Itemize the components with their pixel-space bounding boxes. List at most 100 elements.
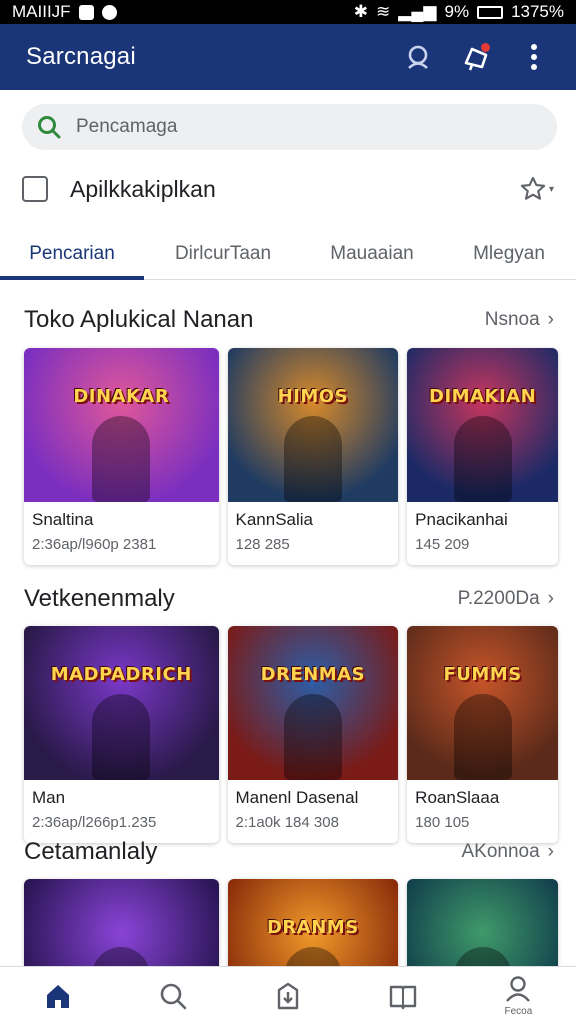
notification-app-icon	[78, 4, 94, 20]
app-bar: Sarcnagai	[0, 24, 576, 90]
nav-library[interactable]	[346, 967, 461, 1024]
app-card-title: KannSalia	[235, 510, 314, 529]
app-card-meta: 2:1a0k 184 308	[235, 814, 339, 831]
section-header: Cetamanlaly AKonnoa ›	[24, 834, 554, 870]
nav-install[interactable]	[230, 967, 345, 1024]
section-header: Vetkenenmaly P.2200Da ›	[24, 581, 554, 617]
status-right: ✱ ≋ ▂▄▆ 9% 1375%	[354, 2, 564, 22]
app-card[interactable]: DINAKAR Snaltina 2:36ap/l960p 2381	[24, 348, 219, 565]
messenger-app-icon	[101, 4, 117, 20]
hero-figure	[92, 694, 151, 780]
profile-icon	[506, 976, 531, 1002]
app-card-body: Pnacikanhai 145 209	[407, 502, 558, 565]
wifi-icon: ≋	[376, 2, 391, 21]
app-card-body: KannSalia 128 285	[228, 502, 399, 565]
app-card-image: HIMOS	[227, 348, 399, 502]
search-input[interactable]	[76, 116, 543, 138]
app-card[interactable]: HIMOS KannSalia 128 285	[227, 348, 399, 565]
home-icon	[46, 984, 69, 1008]
app-card-image: DINAKAR	[24, 348, 219, 502]
tab-mauaaian[interactable]: Mauaaian	[302, 228, 442, 279]
app-logo-text: HIMOS	[277, 386, 349, 407]
app-logo-text: DIMAKIAN	[429, 386, 537, 407]
app-logo-text: DRENMAS	[260, 664, 366, 685]
app-card-meta: 2:36ap/l266p1.235	[32, 814, 157, 831]
app-card-meta: 2:36ap/l960p 2381	[32, 536, 157, 553]
chevron-right-icon: ›	[547, 588, 554, 609]
nav-profile-label: Fecoa	[504, 1006, 533, 1017]
section-title: Cetamanlaly	[24, 838, 158, 865]
filter-row: Apilkkakiplkan ▾	[22, 166, 554, 212]
hero-figure	[283, 416, 342, 502]
filter-label: Apilkkakiplkan	[70, 175, 216, 202]
status-bar: MAIIIJF ✱ ≋ ▂▄▆ 9% 1375%	[0, 0, 576, 24]
app-card-image: DRENMAS	[227, 626, 399, 780]
more-vert-icon	[531, 44, 537, 70]
app-card-title: Manenl Dasenal	[235, 788, 359, 807]
app-card[interactable]: MADPADRICH Man 2:36ap/l266p1.235	[24, 626, 219, 843]
card-row: MADPADRICH Man 2:36ap/l266p1.235 DRENMAS…	[24, 626, 558, 843]
app-card[interactable]: DIMAKIAN Pnacikanhai 145 209	[407, 348, 558, 565]
hero-figure	[92, 416, 151, 502]
app-logo-text: MADPADRICH	[50, 664, 192, 685]
app-card-title: Pnacikanhai	[415, 510, 508, 529]
hero-figure	[453, 694, 512, 780]
app-card-title: RoanSlaaa	[415, 788, 500, 807]
app-card-image: FUMMS	[407, 626, 558, 780]
library-icon	[390, 985, 417, 1009]
tab-pencarian[interactable]: Pencarian	[0, 228, 144, 280]
app-card-meta: 180 105	[415, 814, 470, 831]
app-actions	[402, 41, 550, 73]
search-bar[interactable]	[22, 104, 557, 150]
app-logo-text: DRANMS	[266, 917, 359, 938]
tab-dirlcurtaan[interactable]: DirlcurTaan	[144, 228, 302, 279]
app-card-meta: 128 285	[235, 536, 290, 553]
filter-checkbox[interactable]	[22, 176, 48, 202]
account-icon	[408, 45, 428, 69]
section-header: Toko Aplukical Nanan Nsnoa ›	[24, 302, 554, 338]
section-more-link[interactable]: Nsnoa ›	[485, 309, 554, 331]
notification-button[interactable]	[460, 41, 492, 73]
notification-badge	[481, 43, 490, 52]
tab-bar: Pencarian DirlcurTaan Mauaaian Mlegyan	[0, 228, 576, 280]
app-card-body: Snaltina 2:36ap/l960p 2381	[24, 502, 219, 565]
app-card-image: MADPADRICH	[24, 626, 219, 780]
search-icon	[38, 116, 61, 139]
card-row: DINAKAR Snaltina 2:36ap/l960p 2381 HIMOS…	[24, 348, 558, 565]
search-icon	[160, 983, 187, 1009]
chevron-right-icon: ›	[547, 309, 554, 330]
hero-figure	[283, 694, 342, 780]
more-options-button[interactable]	[518, 41, 550, 73]
battery-icon	[477, 5, 504, 19]
carrier-text: MAIIIJF	[12, 2, 71, 21]
hero-figure	[453, 416, 512, 502]
app-title: Sarcnagai	[26, 43, 136, 70]
clock: 1375%	[511, 2, 564, 21]
app-card-title: Snaltina	[32, 510, 94, 529]
app-card[interactable]: FUMMS RoanSlaaa 180 105	[407, 626, 558, 843]
app-card[interactable]: DRENMAS Manenl Dasenal 2:1a0k 184 308	[227, 626, 399, 843]
bluetooth-icon: ✱	[353, 2, 369, 21]
nav-search[interactable]	[115, 967, 230, 1024]
status-left: MAIIIJF	[12, 2, 117, 22]
chevron-right-icon: ›	[547, 841, 554, 862]
section-more-label: P.2200Da	[457, 588, 540, 609]
nav-profile[interactable]: Fecoa	[461, 967, 576, 1024]
account-button[interactable]	[402, 41, 434, 73]
section-more-link[interactable]: AKonnoa ›	[461, 841, 554, 863]
star-icon	[520, 176, 546, 200]
battery-percent: 9%	[444, 2, 470, 21]
favorite-filter-button[interactable]: ▾	[519, 175, 554, 203]
chevron-down-icon: ▾	[548, 183, 554, 195]
app-card-title: Man	[32, 788, 66, 807]
bottom-navigation: Fecoa	[0, 966, 576, 1024]
tab-mlegyan[interactable]: Mlegyan	[442, 228, 576, 279]
signal-icon: ▂▄▆	[398, 2, 437, 21]
section-more-label: Nsnoa	[484, 309, 540, 330]
section-more-label: AKonnoa	[461, 841, 540, 862]
nav-home[interactable]	[0, 967, 115, 1024]
app-card-meta: 145 209	[415, 536, 470, 553]
app-card-image: DIMAKIAN	[407, 348, 558, 502]
section-more-link[interactable]: P.2200Da ›	[458, 588, 554, 610]
section-title: Toko Aplukical Nanan	[24, 306, 254, 333]
